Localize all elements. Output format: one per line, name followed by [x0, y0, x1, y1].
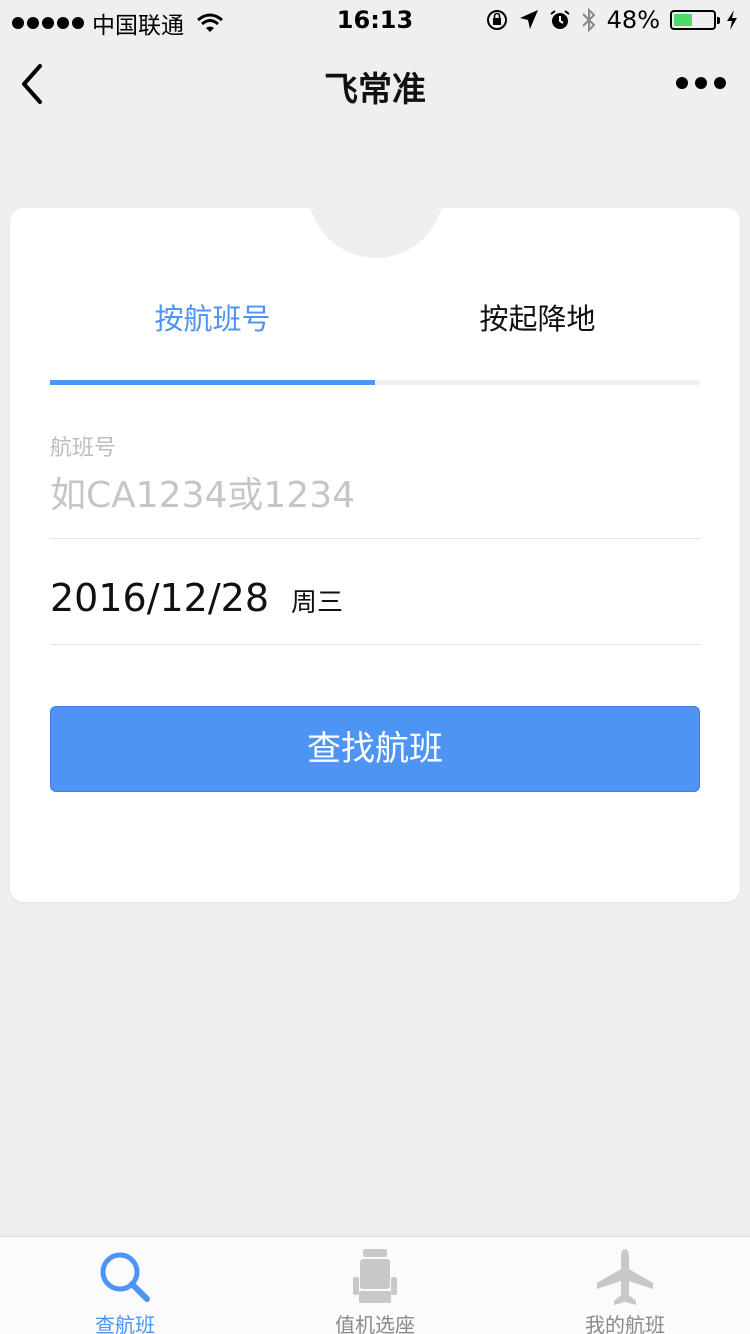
flight-number-input[interactable]	[50, 470, 700, 520]
bluetooth-icon	[581, 7, 596, 33]
battery-icon	[670, 10, 720, 30]
divider	[50, 644, 700, 645]
tab-active-indicator	[50, 380, 375, 385]
tabbar-label: 我的航班	[585, 1313, 665, 1334]
page-title: 飞常准	[324, 70, 426, 110]
battery-fill	[674, 14, 692, 26]
date-value: 2016/12/28	[50, 576, 270, 620]
tab-by-flight-number[interactable]: 按航班号	[50, 296, 375, 338]
more-button[interactable]	[676, 70, 726, 96]
tabbar-item-search-flight[interactable]: 查航班	[0, 1237, 250, 1334]
charging-icon	[727, 10, 737, 30]
bottom-tab-bar: 查航班 值机选座 我的航班	[0, 1236, 750, 1334]
tab-track	[50, 380, 700, 385]
divider	[50, 538, 700, 539]
more-dots-icon	[676, 77, 688, 89]
tabbar-label: 查航班	[95, 1313, 155, 1334]
status-right: 48%	[485, 6, 738, 34]
search-mode-tabs: 按航班号 按起降地	[50, 296, 700, 386]
tabbar-item-my-flights[interactable]: 我的航班	[500, 1237, 750, 1334]
seat-icon	[353, 1249, 397, 1303]
flight-search-card: 按航班号 按起降地 航班号 2016/12/28 周三 查找航班	[10, 122, 740, 902]
navigation-bar: 飞常准	[0, 40, 750, 130]
alarm-icon	[550, 10, 570, 29]
location-icon	[519, 10, 538, 29]
orientation-lock-icon	[486, 10, 507, 30]
date-weekday: 周三	[291, 588, 344, 618]
battery-percent: 48%	[606, 6, 660, 34]
tabbar-item-checkin-seat[interactable]: 值机选座	[250, 1237, 500, 1334]
airplane-icon	[597, 1249, 653, 1305]
card-notch	[308, 122, 444, 258]
search-icon	[100, 1252, 150, 1302]
date-picker[interactable]: 2016/12/28 周三	[50, 576, 343, 620]
search-flight-button[interactable]: 查找航班	[50, 706, 700, 792]
tab-by-route[interactable]: 按起降地	[375, 296, 700, 338]
status-bar: 中国联通 16:13 48%	[0, 0, 750, 40]
flight-number-label: 航班号	[50, 436, 117, 461]
tabbar-label: 值机选座	[335, 1313, 415, 1334]
